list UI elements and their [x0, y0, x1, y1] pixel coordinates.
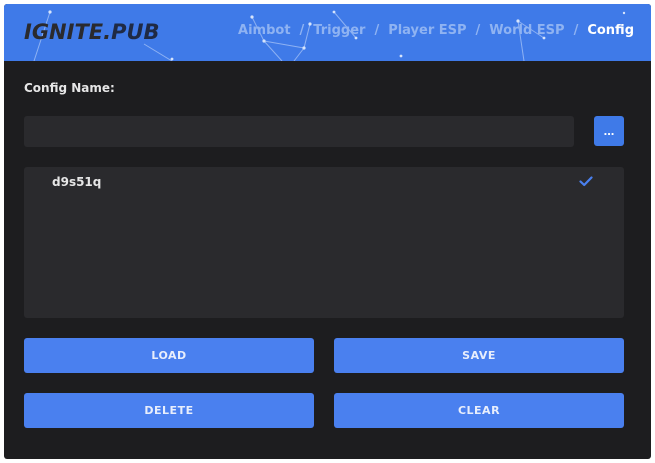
- check-icon: [579, 176, 593, 187]
- config-item-name: d9s51q: [52, 175, 102, 189]
- header-bar: IGNITE.PUB Aimbot / Trigger / Player ESP…: [4, 4, 651, 61]
- config-list: d9s51q: [24, 167, 624, 318]
- app-logo: IGNITE.PUB: [24, 18, 160, 46]
- logo-sub-text: PUB: [111, 20, 160, 44]
- config-name-label: Config Name:: [24, 81, 115, 95]
- tab-aimbot[interactable]: Aimbot: [238, 23, 291, 38]
- tab-player-esp[interactable]: Player ESP: [388, 23, 466, 38]
- nav-separator: /: [374, 23, 380, 38]
- nav-separator: /: [299, 23, 305, 38]
- tab-world-esp[interactable]: World ESP: [489, 23, 564, 38]
- logo-main-text: IGNITE: [24, 20, 104, 44]
- logo-dot-text: .: [103, 20, 112, 44]
- config-name-input[interactable]: [24, 116, 574, 147]
- delete-button[interactable]: DELETE: [24, 393, 314, 428]
- more-options-button[interactable]: ...: [594, 116, 624, 146]
- clear-button[interactable]: CLEAR: [334, 393, 624, 428]
- tab-config[interactable]: Config: [587, 23, 634, 38]
- nav-separator: /: [475, 23, 481, 38]
- list-item[interactable]: d9s51q: [24, 167, 624, 199]
- load-button[interactable]: LOAD: [24, 338, 314, 373]
- tab-trigger[interactable]: Trigger: [313, 23, 365, 38]
- config-window: IGNITE.PUB Aimbot / Trigger / Player ESP…: [4, 4, 651, 459]
- nav-tabs: Aimbot / Trigger / Player ESP / World ES…: [238, 23, 634, 38]
- save-button[interactable]: SAVE: [334, 338, 624, 373]
- nav-separator: /: [573, 23, 579, 38]
